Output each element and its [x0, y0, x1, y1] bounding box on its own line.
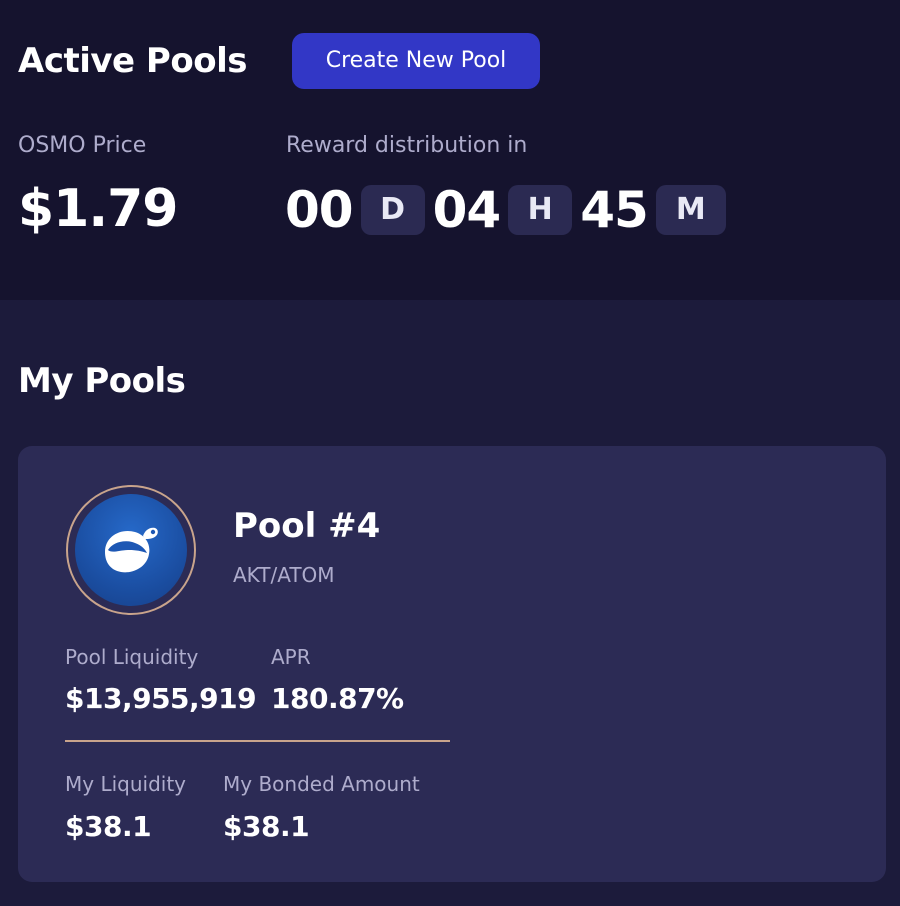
- active-pools-header: Active Pools Create New Pool OSMO Price …: [0, 0, 900, 300]
- reward-distribution-label: Reward distribution in: [286, 133, 528, 158]
- pool-card[interactable]: Pool #4 AKT/ATOM Pool Liquidity $13,955,…: [18, 446, 886, 882]
- countdown-hours: 04: [432, 181, 502, 239]
- my-pools-title: My Pools: [18, 361, 186, 401]
- countdown-days-unit: D: [360, 185, 425, 235]
- page-title: Active Pools: [18, 41, 247, 81]
- create-new-pool-button[interactable]: Create New Pool: [292, 33, 540, 89]
- apr-label: APR: [271, 645, 311, 669]
- countdown-days: 00: [285, 181, 354, 239]
- countdown-hours-unit: H: [508, 185, 573, 235]
- card-divider: [65, 740, 450, 742]
- pool-avatar: [66, 485, 196, 615]
- my-bonded-amount-label: My Bonded Amount: [223, 772, 420, 796]
- apr-value: 180.87%: [271, 682, 404, 715]
- countdown-minutes: 45: [580, 181, 649, 239]
- osmo-price-value: $1.79: [18, 179, 178, 239]
- my-bonded-amount-value: $38.1: [223, 810, 310, 843]
- pool-name: Pool #4: [233, 506, 381, 546]
- pool-liquidity-label: Pool Liquidity: [65, 645, 199, 669]
- pool-pair: AKT/ATOM: [233, 563, 335, 587]
- countdown-minutes-unit: M: [655, 185, 726, 235]
- osmosis-icon: [105, 527, 158, 573]
- reward-countdown: 00 D 04 H 45 M: [285, 180, 734, 240]
- my-liquidity-value: $38.1: [65, 810, 152, 843]
- my-liquidity-label: My Liquidity: [65, 772, 187, 796]
- pool-liquidity-value: $13,955,919: [65, 682, 257, 715]
- osmo-price-label: OSMO Price: [18, 133, 147, 158]
